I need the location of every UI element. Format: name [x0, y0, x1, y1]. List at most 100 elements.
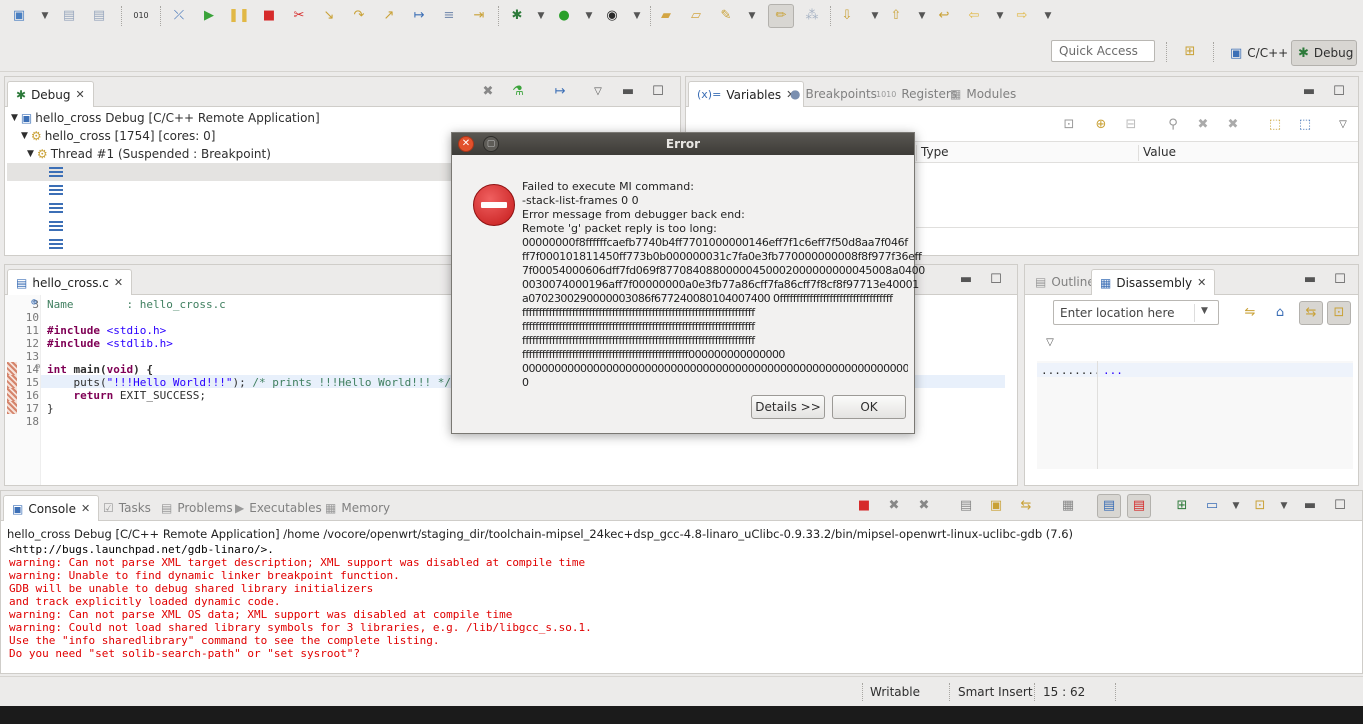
run-dropdown-icon[interactable]: ▼: [580, 7, 598, 25]
expand-icon[interactable]: ▼: [21, 131, 28, 141]
remove-all-terminated-icon[interactable]: ✖: [915, 498, 933, 514]
pin-view-icon[interactable]: ⬚: [1296, 117, 1314, 133]
location-combo[interactable]: Enter location here ▼: [1053, 300, 1219, 325]
show-logical-structure-icon[interactable]: ⊕: [1092, 117, 1110, 133]
details-button[interactable]: Details >>: [751, 395, 825, 419]
connect-icon[interactable]: ⚗: [509, 84, 527, 100]
step-over-icon[interactable]: ↷: [350, 7, 368, 25]
back-dropdown-icon[interactable]: ▼: [991, 7, 1009, 25]
fold-minus-icon[interactable]: ⊖: [35, 362, 40, 372]
terminate-icon[interactable]: ■: [855, 498, 873, 514]
remove-all-global-variables-icon[interactable]: ✖: [1224, 117, 1242, 133]
quick-access-input[interactable]: Quick Access: [1051, 40, 1155, 62]
maximize-icon[interactable]: ☐: [649, 84, 667, 100]
suspend-icon[interactable]: ❚❚: [228, 7, 250, 25]
stack-frame-icon[interactable]: [49, 203, 63, 213]
expand-icon[interactable]: ▼: [11, 113, 18, 123]
next-annotation-dropdown-icon[interactable]: ▼: [866, 7, 884, 25]
column-value[interactable]: Value: [1138, 145, 1358, 161]
tab-disassembly[interactable]: ▦ Disassembly ✕: [1091, 269, 1216, 295]
display-console-dropdown-icon[interactable]: ▼: [1227, 498, 1245, 514]
open-console-icon[interactable]: ⊞: [1173, 498, 1191, 514]
location-input[interactable]: Enter location here: [1060, 306, 1175, 320]
tree-thread[interactable]: ▼ ⚙ Thread #1 (Suspended : Breakpoint): [27, 145, 271, 163]
show-on-stderr-icon[interactable]: ▤: [1127, 494, 1151, 518]
tree-process[interactable]: ▼ ⚙ hello_cross [1754] [cores: 0]: [21, 127, 215, 145]
perspective-debug[interactable]: ✱ Debug: [1291, 40, 1357, 66]
previous-annotation-dropdown-icon[interactable]: ▼: [913, 7, 931, 25]
open-element-icon[interactable]: ▱: [687, 7, 705, 25]
tab-executables[interactable]: ▶ Executables: [227, 495, 330, 521]
fold-plus-icon[interactable]: ⊕: [31, 297, 37, 308]
maximize-icon[interactable]: ☐: [987, 272, 1005, 288]
maximize-icon[interactable]: ☐: [1331, 272, 1349, 288]
save-icon[interactable]: ▤: [60, 7, 78, 25]
run-icon[interactable]: ●: [555, 7, 573, 25]
forward-icon[interactable]: ⇨: [1013, 7, 1031, 25]
instruction-stepping-icon[interactable]: ↦: [410, 7, 428, 25]
tab-console[interactable]: ▣ Console ✕: [3, 495, 100, 521]
minimize-icon[interactable]: ▬: [619, 84, 637, 100]
instruction-step-mode-icon[interactable]: ↦: [551, 84, 569, 100]
add-global-variables-icon[interactable]: ⚲: [1164, 117, 1182, 133]
toggle-block-selection-icon[interactable]: ⁂: [803, 7, 821, 25]
new-dropdown-icon[interactable]: ▼: [36, 7, 54, 25]
step-into-icon[interactable]: ↘: [320, 7, 338, 25]
collapse-all-icon[interactable]: ⊟: [1122, 117, 1140, 133]
external-tools-icon[interactable]: ◉: [603, 7, 621, 25]
use-step-filters-icon[interactable]: ⇥: [470, 7, 488, 25]
tab-debug[interactable]: ✱ Debug ✕: [7, 81, 94, 107]
last-edit-location-icon[interactable]: ↩: [935, 7, 953, 25]
link-with-editor-icon[interactable]: ⇆: [1299, 301, 1323, 325]
display-console-icon[interactable]: ▭: [1203, 498, 1221, 514]
view-menu-icon[interactable]: ▽: [1041, 335, 1059, 351]
new-view-icon[interactable]: ⬚: [1266, 117, 1284, 133]
show-source-icon[interactable]: ⊡: [1327, 301, 1351, 325]
search-dropdown-icon[interactable]: ▼: [743, 7, 761, 25]
save-all-icon[interactable]: ▤: [90, 7, 108, 25]
tree-launch[interactable]: ▼ ▣ hello_cross Debug [C/C++ Remote Appl…: [11, 109, 320, 127]
close-icon[interactable]: ✕: [76, 88, 85, 101]
minimize-icon[interactable]: ▬: [1301, 272, 1319, 288]
new-console-dropdown-icon[interactable]: ▼: [1275, 498, 1293, 514]
open-type-icon[interactable]: ▰: [657, 7, 675, 25]
clear-console-icon[interactable]: ▤: [957, 498, 975, 514]
view-menu-icon[interactable]: ▽: [589, 84, 607, 100]
show-on-stdout-icon[interactable]: ▤: [1097, 494, 1121, 518]
perspective-cpp[interactable]: ▣ C/C++: [1224, 40, 1294, 66]
minimize-icon[interactable]: ▬: [1300, 84, 1318, 100]
previous-annotation-icon[interactable]: ⇧: [887, 7, 905, 25]
ok-button[interactable]: OK: [832, 395, 906, 419]
next-annotation-icon[interactable]: ⇩: [838, 7, 856, 25]
drop-to-frame-icon[interactable]: ≡: [440, 7, 458, 25]
tab-hello-cross-c[interactable]: ▤ hello_cross.c ✕: [7, 269, 133, 295]
home-icon[interactable]: ⌂: [1271, 305, 1289, 321]
view-menu-icon[interactable]: ▽: [1334, 117, 1352, 133]
disassembly-content[interactable]: ......... ...: [1037, 361, 1353, 469]
word-wrap-icon[interactable]: ⇆: [1017, 498, 1035, 514]
stack-frame-icon[interactable]: [49, 221, 63, 231]
close-icon[interactable]: ✕: [114, 276, 123, 289]
remove-terminated-icon[interactable]: ✖: [479, 84, 497, 100]
debug-dropdown-icon[interactable]: ▼: [532, 7, 550, 25]
minimize-window-icon[interactable]: ▢: [483, 136, 499, 152]
maximize-icon[interactable]: ☐: [1331, 498, 1349, 514]
external-tools-dropdown-icon[interactable]: ▼: [628, 7, 646, 25]
pin-console-icon[interactable]: ▦: [1059, 498, 1077, 514]
minimize-icon[interactable]: ▬: [1301, 498, 1319, 514]
stack-frame-icon[interactable]: [49, 167, 63, 177]
tab-tasks[interactable]: ☑ Tasks: [95, 495, 159, 521]
toggle-mark-occurrences-icon[interactable]: ✏: [768, 4, 794, 28]
binary-icon[interactable]: 010: [132, 7, 150, 25]
remove-launch-icon[interactable]: ✖: [885, 498, 903, 514]
close-window-icon[interactable]: ✕: [458, 136, 474, 152]
search-icon[interactable]: ✎: [717, 7, 735, 25]
stack-frame-icon[interactable]: [49, 185, 63, 195]
close-icon[interactable]: ✕: [81, 502, 90, 515]
forward-dropdown-icon[interactable]: ▼: [1039, 7, 1057, 25]
open-perspective-icon[interactable]: ⊞: [1181, 43, 1199, 61]
skip-breakpoints-icon[interactable]: ⤫: [170, 7, 188, 25]
new-console-icon[interactable]: ⊡: [1251, 498, 1269, 514]
dialog-titlebar[interactable]: Error: [452, 133, 914, 155]
chevron-down-icon[interactable]: ▼: [1201, 306, 1208, 316]
